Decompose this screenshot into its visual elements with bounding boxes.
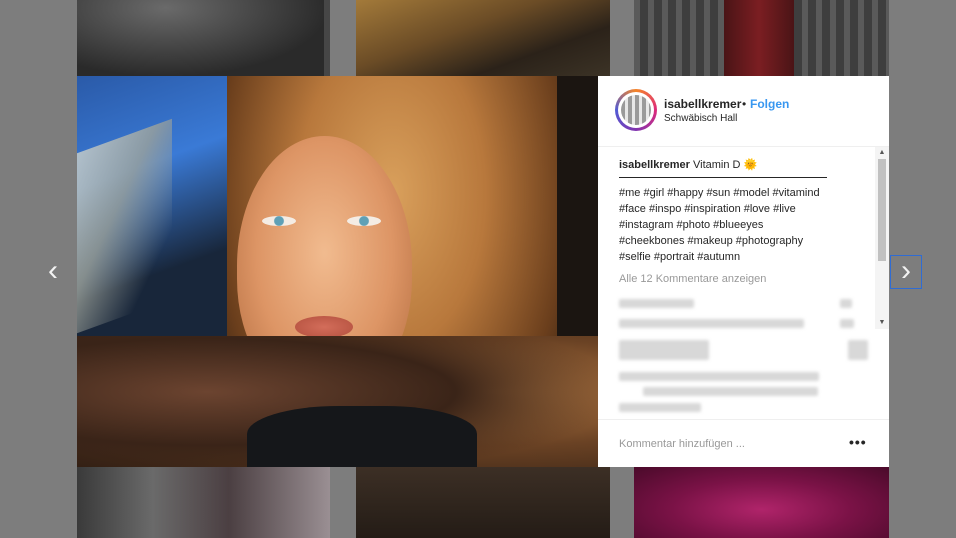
grid-post-thumbnail[interactable] [77, 467, 330, 538]
redacted-comment [848, 340, 868, 360]
scroll-down-arrow-icon[interactable]: ▼ [877, 318, 887, 328]
next-post-arrow-icon[interactable]: › [890, 255, 922, 289]
photo-jacket [247, 406, 477, 467]
comment-input[interactable]: Kommentar hinzufügen ... [619, 438, 745, 450]
username-link[interactable]: isabellkremer [664, 97, 741, 111]
location-link[interactable]: Schwäbisch Hall [664, 113, 737, 124]
avatar-frame [618, 92, 654, 128]
post-caption: isabellkremer Vitamin D 🌞 #me #girl #hap… [619, 157, 859, 265]
view-all-comments-link[interactable]: Alle 12 Kommentare anzeigen [619, 273, 766, 285]
grid-post-thumbnail[interactable] [356, 0, 610, 77]
redacted-comment [840, 299, 852, 308]
follow-button[interactable]: Folgen [750, 97, 789, 111]
grid-post-thumbnail[interactable] [77, 0, 330, 77]
redacted-comment [619, 299, 694, 308]
caption-username[interactable]: isabellkremer [619, 159, 690, 171]
comments-scrollbar[interactable]: ▲ ▼ [875, 147, 889, 329]
hashtag-line[interactable]: #selfie #portrait #autumn [619, 249, 859, 265]
hashtag-line[interactable]: #cheekbones #makeup #photography [619, 233, 859, 249]
post-header: isabellkremer • Folgen Schwäbisch Hall [598, 76, 889, 147]
more-options-icon[interactable]: ••• [849, 434, 867, 450]
post-photo[interactable] [77, 76, 598, 467]
avatar-image [621, 95, 651, 125]
grid-post-thumbnail[interactable] [356, 467, 610, 538]
caption-text: Vitamin D [693, 159, 741, 171]
photo-eye [347, 216, 381, 226]
redacted-comment [619, 319, 804, 328]
redacted-comment [619, 403, 701, 412]
post-sidebar: isabellkremer • Folgen Schwäbisch Hall i… [598, 76, 889, 467]
redacted-comment [619, 372, 819, 381]
hashtag-line[interactable]: #face #inspo #inspiration #love #live [619, 201, 859, 217]
redacted-comment [840, 319, 854, 328]
scrollbar-thumb[interactable] [878, 159, 886, 261]
grid-post-thumbnail[interactable] [634, 467, 889, 538]
separator-dot: • [742, 97, 747, 111]
redacted-comment [619, 340, 709, 360]
photo-lips [295, 316, 353, 338]
post-modal: isabellkremer • Folgen Schwäbisch Hall i… [77, 76, 889, 467]
scroll-up-arrow-icon[interactable]: ▲ [877, 148, 887, 158]
redacted-comment [643, 387, 818, 396]
sun-emoji-icon: 🌞 [743, 159, 758, 171]
previous-post-arrow-icon[interactable]: ‹ [48, 256, 58, 286]
hashtag-line[interactable]: #me #girl #happy #sun #model #vitamind [619, 185, 859, 201]
grid-post-thumbnail[interactable] [634, 0, 889, 77]
photo-car-frame [77, 118, 172, 334]
caption-separator-line [619, 177, 827, 179]
add-comment-bar: Kommentar hinzufügen ... ••• [598, 419, 889, 468]
avatar[interactable] [615, 89, 657, 131]
comments-section: isabellkremer Vitamin D 🌞 #me #girl #hap… [598, 147, 875, 417]
photo-eye [262, 216, 296, 226]
hashtag-line[interactable]: #instagram #photo #blueeyes [619, 217, 859, 233]
